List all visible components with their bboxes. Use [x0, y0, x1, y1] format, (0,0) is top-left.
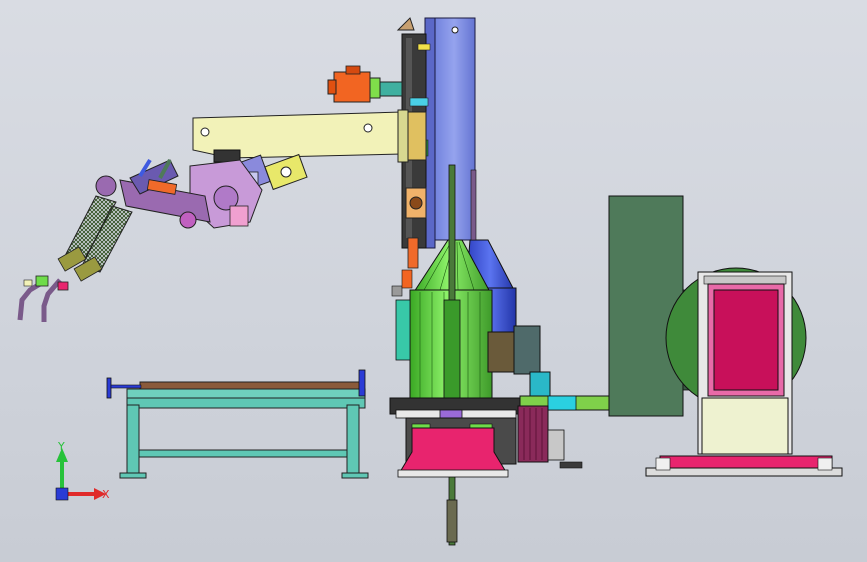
drum-handle	[559, 461, 583, 469]
torch-clamp-yellow	[23, 279, 33, 287]
motor-end-cap	[327, 79, 337, 95]
station-left-bolt	[391, 285, 403, 297]
robot-arm	[17, 153, 308, 322]
table-leg-left	[126, 404, 140, 476]
table-clamp-right	[358, 369, 366, 397]
hopper-cyan-pipe	[529, 371, 551, 397]
robot-elbow-joint	[179, 211, 197, 229]
conveyor-cyan-block	[547, 395, 577, 411]
station-left-tag	[401, 269, 413, 289]
column-top-hole	[451, 26, 459, 34]
column-cap-wedge	[396, 17, 415, 31]
boom-slider	[407, 111, 427, 161]
positioner-lower-box	[701, 397, 789, 455]
robot-shoulder-plate	[229, 205, 249, 227]
boom-hole-right	[363, 123, 373, 133]
positioner-plate	[713, 289, 779, 391]
auxiliary-rod	[470, 169, 477, 241]
positioner-floor-plate	[645, 467, 843, 477]
positioner-foot-right	[817, 457, 833, 471]
servo-motor	[327, 65, 403, 103]
shaft-lower-end	[446, 499, 458, 543]
table-foot-left	[119, 472, 147, 479]
motor-coupling	[369, 77, 381, 99]
table-leg-right	[346, 404, 360, 476]
station-left-bracket	[395, 299, 411, 361]
torch-clamp-pink	[57, 281, 69, 291]
table-clamp-left	[106, 377, 112, 399]
table-clamp-rod	[110, 384, 142, 389]
table-crossbar	[138, 449, 348, 458]
coordinate-triad: Y X	[55, 440, 110, 501]
triad-x-label: X	[102, 488, 110, 501]
rotary-drum	[517, 405, 549, 463]
motor-body	[333, 71, 371, 103]
robot-axis-hole	[280, 166, 292, 178]
torch-neck-1	[17, 281, 42, 321]
carriage-gear	[409, 196, 423, 210]
boom-mount-plate	[397, 109, 409, 163]
positioner-top-rail	[703, 275, 787, 285]
motor-reducer	[379, 81, 403, 97]
column-lower-orange	[407, 237, 419, 269]
welding-table	[106, 369, 369, 479]
table-foot-right	[341, 472, 369, 479]
carriage-block-cyan	[409, 97, 429, 107]
horizontal-boom	[192, 109, 427, 163]
shaft-sleeve	[443, 299, 461, 401]
triad-y-label: Y	[57, 440, 65, 453]
hopper-side-panel	[513, 325, 541, 375]
carriage-label-yellow	[417, 43, 431, 51]
pink-base-foot	[397, 469, 509, 478]
boom-hole-left	[200, 127, 210, 137]
hopper-side-box	[487, 331, 515, 373]
positioner-foot-left	[655, 457, 671, 471]
table-rail	[126, 397, 366, 409]
drum-bearing	[547, 429, 565, 461]
torch-clamp-green	[35, 275, 49, 287]
robot-wrist-joint	[95, 175, 117, 197]
pink-base	[399, 427, 507, 473]
cabinet-body	[608, 195, 684, 417]
triad-origin	[55, 487, 69, 501]
motor-connector	[345, 65, 361, 75]
cad-model-viewport[interactable]: Y X	[0, 0, 867, 562]
